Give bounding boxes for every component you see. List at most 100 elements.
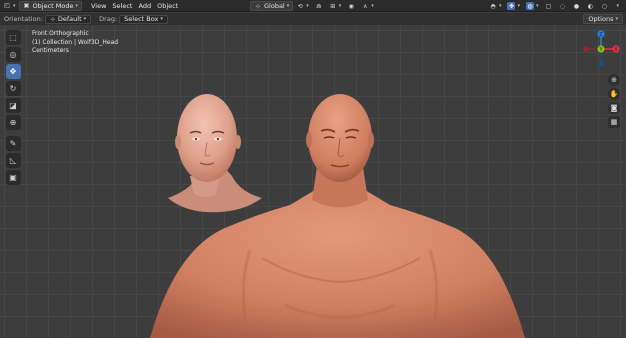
options-label: Options <box>588 15 614 23</box>
mode-label: Object Mode <box>32 1 74 10</box>
units-label: Centimeters <box>32 47 69 54</box>
cursor-tool[interactable]: ◎ <box>5 47 21 62</box>
shading-rendered[interactable]: ○ <box>597 1 611 11</box>
transform-tool[interactable]: ⊕ <box>5 115 21 130</box>
chevron-down-icon: ▾ <box>338 3 342 9</box>
perspective-toggle-button[interactable]: ▦ <box>608 116 620 128</box>
material-shading-icon: ◐ <box>587 2 594 10</box>
3d-cursor-icon: ◎ <box>9 50 17 59</box>
chevron-down-icon: ▾ <box>498 3 502 9</box>
xray-icon: ▢ <box>545 2 552 10</box>
global-axes-icon: ⊹ <box>255 2 261 10</box>
rotate-icon: ↻ <box>9 84 17 93</box>
falloff-icon: ∧ <box>363 2 368 10</box>
scale-icon: ◪ <box>9 101 17 110</box>
transform-orientation-dropdown[interactable]: ⊹ Global ▾ <box>250 1 294 11</box>
hand-icon: ✋ <box>609 90 619 98</box>
magnet-icon: ⋒ <box>316 2 322 10</box>
neg-x-axis-icon[interactable] <box>583 46 589 52</box>
snap-toggle[interactable]: ⋒ <box>312 1 326 11</box>
menu-add[interactable]: Add <box>135 1 154 11</box>
editor-type-button[interactable]: ◰ ▾ <box>0 1 19 11</box>
chevron-down-icon: ▾ <box>75 2 78 9</box>
orientation-dropdown[interactable]: ⊹ Default ▾ <box>44 14 92 24</box>
wolf3d-head-model[interactable] <box>168 94 262 213</box>
cursor-arrow-icon: ⬚ <box>9 33 17 42</box>
transform-icon: ⊕ <box>9 118 17 127</box>
rotate-tool[interactable]: ↻ <box>5 81 21 96</box>
camera-icon: ◙ <box>610 104 618 112</box>
chevron-down-icon: ▾ <box>83 16 87 22</box>
orientation-label: Orientation: <box>4 15 43 23</box>
menu-select[interactable]: Select <box>109 1 135 11</box>
zoom-button[interactable]: ⊕ <box>608 74 620 86</box>
transform-orientation-label: Global <box>264 2 285 10</box>
active-object-info: (1) Collection | Wolf3D_Head <box>32 38 119 46</box>
add-cube-tool[interactable]: ▣ <box>5 170 21 185</box>
chevron-down-icon: ▾ <box>306 3 309 9</box>
x-axis-label: X <box>614 47 618 53</box>
overlays-icon: ◍ <box>525 2 534 10</box>
pencil-icon: ✎ <box>9 139 17 148</box>
chevron-down-icon: ▾ <box>616 3 619 9</box>
chevron-down-icon: ▾ <box>535 3 539 9</box>
menu-view[interactable]: View <box>88 1 109 11</box>
viewport-info: Front Orthographic (1) Collection | Wolf… <box>32 30 118 56</box>
proportional-edit-icon: ◉ <box>348 2 354 10</box>
gizmo-toggle[interactable]: ✥ ▾ <box>504 1 523 11</box>
eye-icon: ◓ <box>490 2 496 10</box>
gizmo-icon: ✥ <box>507 2 516 10</box>
chevron-down-icon: ▾ <box>371 3 374 9</box>
solid-shading-icon: ● <box>573 2 580 10</box>
falloff-dropdown[interactable]: ∧ ▾ <box>358 1 377 11</box>
toolbar: ⬚ ◎ ✥ ↻ ◪ ⊕ ✎ ◺ ▣ <box>5 30 21 187</box>
annotate-tool[interactable]: ✎ <box>5 136 21 151</box>
shading-wireframe[interactable]: ◌ <box>555 1 569 11</box>
shading-solid[interactable]: ● <box>569 1 583 11</box>
tool-settings-bar: Orientation: ⊹ Default ▾ Drag: Select Bo… <box>0 13 626 25</box>
orientation-icon: ⊹ <box>50 15 56 23</box>
pan-button[interactable]: ✋ <box>608 88 620 100</box>
measure-tool[interactable]: ◺ <box>5 153 21 168</box>
snap-grid-icon: ⊞ <box>330 2 336 10</box>
shading-material[interactable]: ◐ <box>583 1 597 11</box>
move-tool[interactable]: ✥ <box>5 64 21 79</box>
shading-options-dropdown[interactable]: ▾ <box>611 1 622 11</box>
drag-label: Drag: <box>99 15 118 23</box>
chevron-down-icon: ▾ <box>517 3 520 9</box>
navigation-gizmo[interactable]: Z X Y <box>578 26 624 72</box>
3d-viewport-icon: ◰ <box>4 2 10 9</box>
chevron-down-icon: ▾ <box>615 16 618 22</box>
select-box-tool[interactable]: ⬚ <box>5 30 21 45</box>
wireframe-shading-icon: ◌ <box>559 2 566 10</box>
overlays-toggle[interactable]: ◍ ▾ <box>523 1 542 11</box>
xray-toggle[interactable]: ▢ <box>541 1 555 11</box>
neg-z-axis-icon[interactable] <box>598 61 604 67</box>
view-name: Front Orthographic <box>32 30 89 37</box>
ruler-icon: ◺ <box>9 156 17 165</box>
orientation-value: Default <box>57 15 82 23</box>
z-axis-label: Z <box>599 32 603 38</box>
options-button[interactable]: Options ▾ <box>583 14 623 24</box>
snap-target-dropdown[interactable]: ⊞ ▾ <box>326 1 345 11</box>
rendered-shading-icon: ○ <box>601 2 608 10</box>
chevron-down-icon: ▾ <box>286 3 290 9</box>
pivot-icon: ⟲ <box>297 2 303 10</box>
drag-value: Select Box <box>124 15 159 23</box>
viewport-header: ◰ ▾ ▣ Object Mode ▾ View Select Add Objec… <box>0 0 626 12</box>
chevron-down-icon: ▾ <box>160 16 163 22</box>
proportional-edit-toggle[interactable]: ◉ <box>344 1 358 11</box>
mode-dropdown[interactable]: ▣ Object Mode ▾ <box>18 0 82 11</box>
object-mode-icon: ▣ <box>23 2 30 9</box>
chevron-down-icon: ▾ <box>13 2 16 9</box>
move-icon: ✥ <box>9 67 17 76</box>
scale-tool[interactable]: ◪ <box>5 98 21 113</box>
camera-view-button[interactable]: ◙ <box>608 102 620 114</box>
drag-dropdown[interactable]: Select Box ▾ <box>119 14 168 24</box>
visibility-dropdown[interactable]: ◓ ▾ <box>486 1 505 11</box>
menu-object[interactable]: Object <box>154 1 181 11</box>
pivot-point-dropdown[interactable]: ⟲ ▾ <box>293 1 312 11</box>
add-cube-icon: ▣ <box>9 173 17 182</box>
zoom-icon: ⊕ <box>611 76 617 84</box>
grid-icon: ▦ <box>610 118 618 126</box>
